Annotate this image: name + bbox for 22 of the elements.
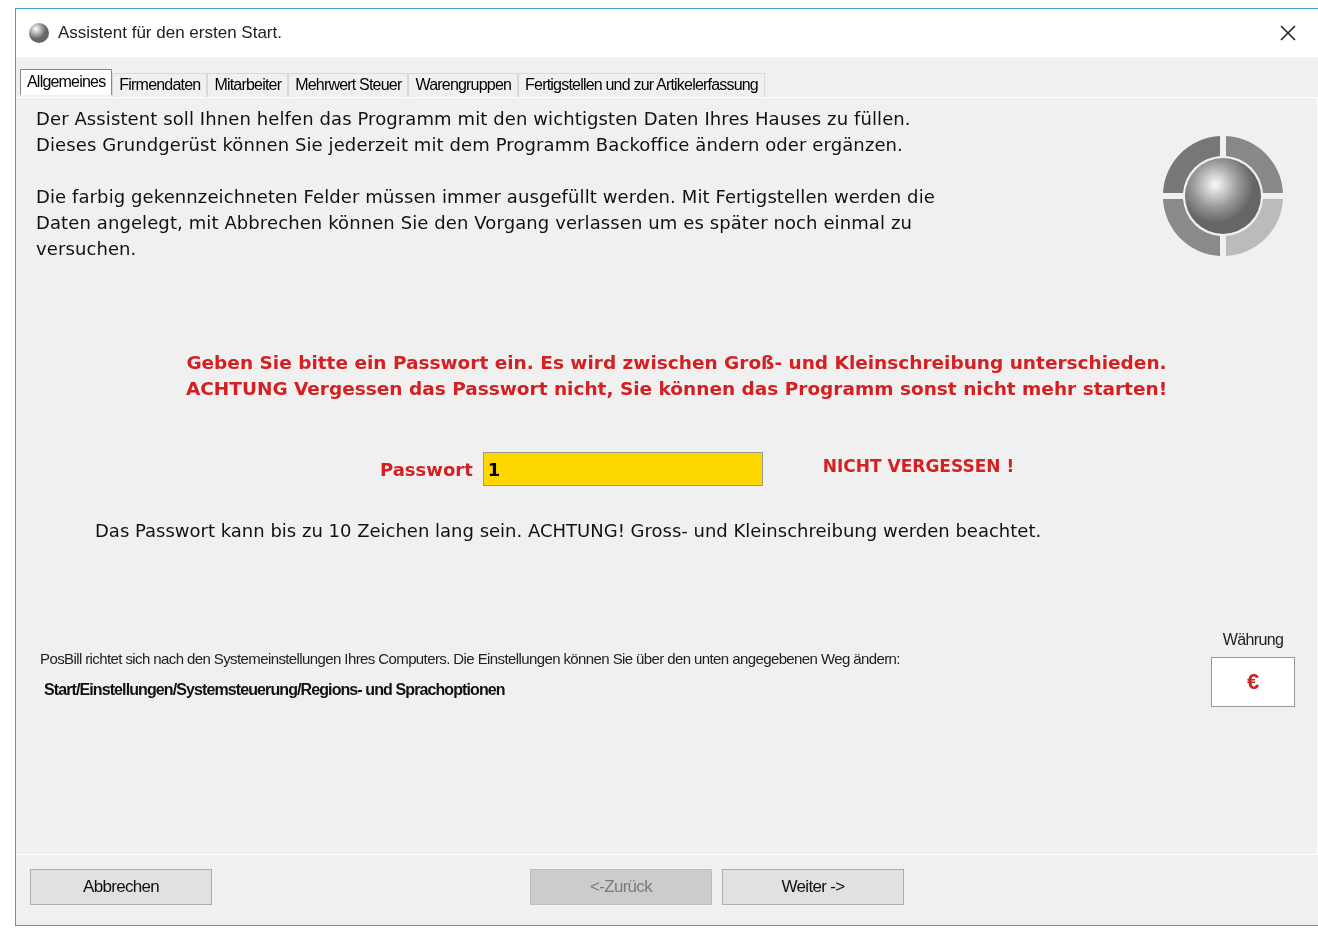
tab[interactable]: Firmendaten bbox=[112, 73, 208, 97]
settings-path: Start/Einstellungen/Systemsteuerung/Regions- und Sprachoptionen bbox=[44, 681, 506, 699]
intro-paragraph: Die farbig gekennzeichneten Felder müssen immer ausgefüllt werden. Mit Fertigstellen werden die Daten angelegt, mit Abbrechen können Sie den Vorgang verlassen um es später noch einmal zu versuchen. bbox=[36, 185, 935, 261]
cancel-button[interactable]: Abbrechen bbox=[30, 869, 212, 905]
tab[interactable]: Allgemeines bbox=[20, 69, 113, 95]
close-icon bbox=[1278, 23, 1298, 43]
tab[interactable]: Mehrwert Steuer bbox=[288, 73, 409, 97]
password-label: Passwort bbox=[380, 458, 473, 480]
currency-label: Währung bbox=[1222, 631, 1284, 649]
currency-field[interactable]: € bbox=[1211, 657, 1295, 707]
next-button[interactable]: Weiter -> bbox=[722, 869, 904, 905]
password-warning: Geben Sie bitte ein Passwort ein. Es wird zwischen Groß- und Kleinschreibung unterschieden. ACHTUNG Vergessen das Passwort nicht, Sie können das Programm sonst nicht mehr starten! bbox=[184, 351, 1169, 401]
sphere-icon bbox=[28, 22, 50, 44]
tab[interactable]: Warengruppen bbox=[408, 73, 519, 97]
password-field[interactable]: 1 bbox=[482, 452, 763, 486]
regional-settings-note: PosBill richtet sich nach den Systemeinstellungen Ihres Computers. Die Einstellungen können Sie über den unten angegebenen Weg ändern: bbox=[40, 649, 901, 669]
intro-paragraph: Der Assistent soll Ihnen helfen das Programm mit den wichtigsten Daten Ihres Hauses zu füllen. Dieses Grundgerüst können Sie jederzeit mit dem Programm Backoffice ändern oder ergänzen. bbox=[36, 107, 911, 157]
window-title: Assistent für den ersten Start. bbox=[58, 23, 283, 43]
reminder-text: NICHT VERGESSEN ! bbox=[822, 456, 1015, 476]
tab[interactable]: Fertigstellen und zur Artikelerfassung bbox=[518, 73, 765, 97]
tab[interactable]: Mitarbeiter bbox=[207, 73, 289, 97]
password-hint: Das Passwort kann bis zu 10 Zeichen lang sein. ACHTUNG! Gross- und Kleinschreibung werden beachtet. bbox=[95, 520, 1043, 541]
